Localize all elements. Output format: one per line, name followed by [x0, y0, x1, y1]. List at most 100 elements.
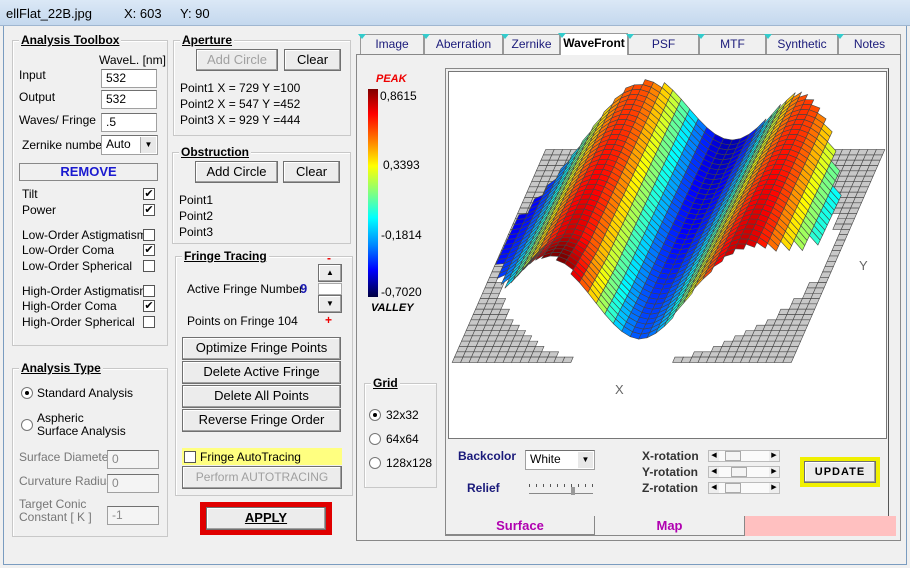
cursor-y: Y: 90 [180, 6, 210, 21]
input-label: Input [19, 68, 46, 82]
x-rotation-scrollbar[interactable]: ◀ ▶ [708, 450, 780, 462]
chevron-down-icon[interactable]: ▼ [140, 137, 156, 153]
aperture-point-2: Point2 X = 547 Y =452 [180, 97, 301, 111]
perform-autotracing-button[interactable]: Perform AUTOTRACING [182, 466, 342, 489]
surface-diameter-field[interactable]: 0 [107, 450, 159, 469]
waves-per-fringe-field[interactable]: .5 [101, 113, 157, 132]
arrow-up-icon: ▲ [326, 268, 334, 277]
zernike-number-select[interactable]: Auto ▼ [101, 135, 158, 155]
remove-term-checkbox[interactable] [143, 285, 155, 297]
remove-term-label: Low-Order Spherical [22, 259, 133, 273]
remove-term-label: Low-Order Coma [22, 243, 115, 257]
tab-synthetic[interactable]: Synthetic [764, 34, 838, 54]
remove-term-label: Low-Order Astigmatism [22, 228, 147, 242]
zernike-number-label: Zernike number [22, 138, 107, 152]
obstruction-title: Obstruction [179, 145, 251, 159]
backcolor-label: Backcolor [458, 449, 517, 463]
grid-128x128-radio[interactable] [369, 457, 381, 469]
grid-64x64-radio[interactable] [369, 433, 381, 445]
surface-cell [826, 255, 839, 262]
surface-cell [833, 239, 846, 246]
relief-slider-thumb[interactable] [571, 487, 575, 495]
obstruction-clear-button[interactable]: Clear [283, 161, 340, 183]
standard-analysis-radio[interactable] [21, 387, 33, 399]
input-wavelength-field[interactable]: 532 [101, 69, 157, 88]
output-wavelength-field[interactable]: 532 [101, 90, 157, 109]
points-on-fringe-label: Points on Fringe 104 [187, 314, 298, 328]
grid-32x32-radio[interactable] [369, 409, 381, 421]
aperture-point-1: Point1 X = 729 Y =100 [180, 81, 301, 95]
tab-image[interactable]: Image [358, 34, 424, 54]
update-button[interactable]: UPDATE [804, 461, 876, 483]
surface-cell [822, 266, 834, 273]
tab-zernike[interactable]: Zernike [501, 34, 560, 54]
update-highlight: UPDATE [800, 457, 880, 487]
backcolor-value: White [530, 452, 561, 466]
backcolor-select[interactable]: White ▼ [525, 450, 595, 470]
delete-active-fringe-button[interactable]: Delete Active Fringe [182, 361, 341, 384]
remove-term-checkbox[interactable] [143, 260, 155, 272]
remove-term-checkbox[interactable] [143, 229, 155, 241]
conic-constant-field[interactable]: -1 [107, 506, 159, 525]
tab-notes[interactable]: Notes [836, 34, 901, 54]
colorbar-tick-3: -0,1814 [381, 228, 422, 242]
apply-button[interactable]: APPLY [206, 507, 326, 530]
fringe-up-button[interactable]: ▲ [318, 264, 342, 282]
fringe-minus-label: - [327, 251, 331, 265]
wavelength-header: WaveL. [nm] [99, 53, 166, 67]
y-axis-label: Y [859, 258, 868, 273]
fringe-tracing-title: Fringe Tracing [182, 249, 269, 263]
tab-mtf[interactable]: MTF [697, 34, 766, 54]
remove-term-checkbox[interactable] [143, 316, 155, 328]
colorbar [368, 89, 378, 297]
subtab-map[interactable]: Map [594, 516, 745, 536]
remove-term-label: Power [22, 203, 57, 217]
obstruction-add-circle-button[interactable]: Add Circle [195, 161, 278, 183]
grid-32x32-label: 32x32 [386, 408, 419, 422]
aperture-clear-button[interactable]: Clear [284, 49, 341, 71]
remove-term-checkbox[interactable]: ✔ [143, 204, 155, 216]
subtab-filler [745, 516, 896, 536]
curvature-radius-field[interactable]: 0 [107, 474, 159, 493]
reverse-fringe-order-button[interactable]: Reverse Fringe Order [182, 409, 341, 432]
surface-cell [836, 234, 848, 241]
y-rotation-scrollbar[interactable]: ◀ ▶ [708, 466, 780, 478]
x-axis-label: X [615, 382, 624, 397]
colorbar-valley-label: VALLEY [371, 302, 414, 314]
fringe-down-button[interactable]: ▼ [318, 295, 342, 313]
fringe-spinner-track[interactable] [318, 283, 342, 295]
aspheric-analysis-radio[interactable] [21, 419, 33, 431]
z-rotation-label: Z-rotation [642, 481, 698, 495]
fringe-autotracing-checkbox[interactable] [184, 451, 196, 463]
z-rotation-scrollbar[interactable]: ◀ ▶ [708, 482, 780, 494]
remove-header: REMOVE [19, 163, 158, 181]
active-fringe-label: Active Fringe Number [187, 282, 304, 296]
tab-psf[interactable]: PSF [626, 34, 699, 54]
delete-all-points-button[interactable]: Delete All Points [182, 385, 341, 408]
remove-term-label: High-Order Astigmatism [22, 284, 150, 298]
surface-cell [824, 261, 837, 267]
output-label: Output [19, 90, 56, 104]
colorbar-tick-2: 0,3393 [383, 158, 420, 172]
optimize-fringe-points-button[interactable]: Optimize Fringe Points [182, 337, 341, 360]
surface-cell [486, 276, 499, 283]
curvature-radius-label: Curvature Radius [19, 474, 113, 488]
arrow-down-icon: ▼ [326, 299, 334, 308]
subtab-surface[interactable]: Surface [446, 516, 594, 536]
tab-aberration[interactable]: Aberration [422, 34, 503, 54]
aperture-add-circle-button[interactable]: Add Circle [196, 49, 278, 71]
y-rotation-label: Y-rotation [642, 465, 698, 479]
remove-term-checkbox[interactable]: ✔ [143, 244, 155, 256]
cursor-x: X: 603 [124, 6, 162, 21]
remove-term-checkbox[interactable]: ✔ [143, 300, 155, 312]
title-bar: ellFlat_22B.jpg X: 603 Y: 90 [0, 0, 910, 26]
chevron-down-icon[interactable]: ▼ [578, 452, 593, 468]
surface-cell [838, 229, 851, 236]
grid-title: Grid [371, 376, 400, 390]
aperture-title: Aperture [180, 33, 235, 47]
relief-slider[interactable] [529, 484, 593, 495]
grid-64x64-label: 64x64 [386, 432, 419, 446]
remove-term-checkbox[interactable]: ✔ [143, 188, 155, 200]
obstruction-point-3: Point3 [179, 225, 214, 239]
tab-wavefront[interactable]: WaveFront [558, 33, 628, 55]
